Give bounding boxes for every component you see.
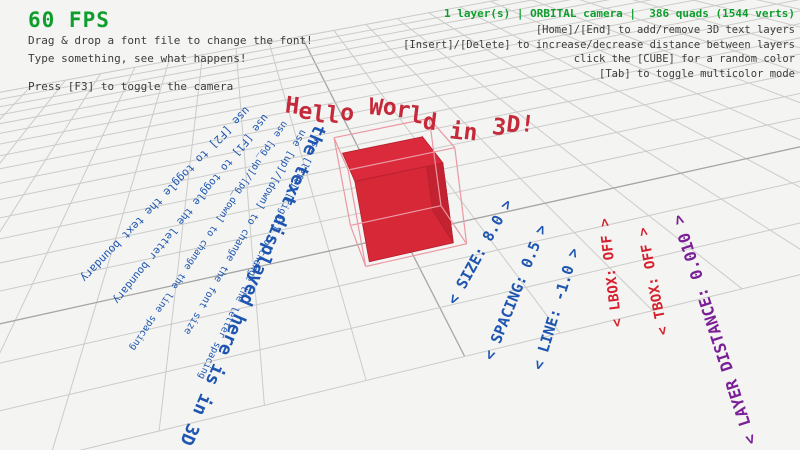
hint-type-something: Type something, see what happens!	[28, 52, 247, 65]
status-bar: 1 layer(s) | ORBITAL camera | 386 quads …	[403, 7, 795, 20]
tip-layers: [Home]/[End] to add/remove 3D text layer…	[403, 24, 795, 37]
right-hud: 1 layer(s) | ORBITAL camera | 386 quads …	[403, 7, 795, 80]
hint-camera-toggle: Press [F3] to toggle the camera	[28, 80, 233, 93]
tip-cube: click the [CUBE] for a random color	[403, 53, 795, 66]
hint-drag-drop: Drag & drop a font file to change the fo…	[28, 34, 313, 47]
tip-multicolor: [Tab] to toggle multicolor mode	[403, 68, 795, 81]
tip-distance: [Insert]/[Delete] to increase/decrease d…	[403, 39, 795, 52]
fps-counter: 60 FPS	[28, 8, 110, 32]
viewport: Hello World in 3D! the text displayed he…	[0, 0, 800, 450]
